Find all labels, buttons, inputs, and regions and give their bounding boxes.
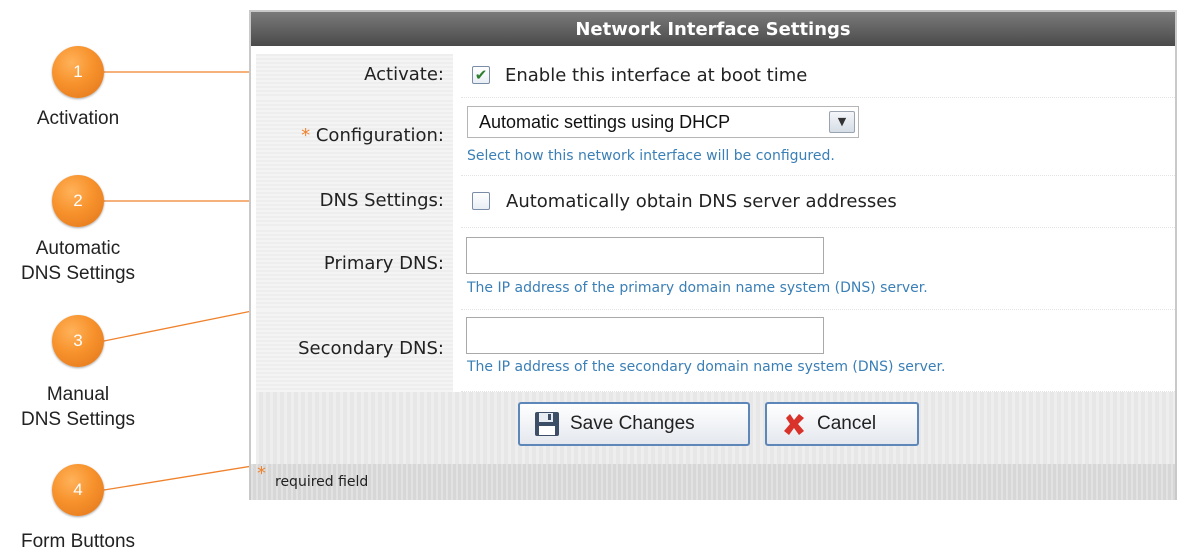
red-x-icon [784, 414, 804, 435]
primary-dns-row: Primary DNS: The IP address of the prima… [256, 228, 1175, 310]
configuration-label-cell: * Configuration: [256, 98, 453, 176]
callout-2-badge: 2 [52, 175, 104, 227]
callout-3-caption: Manual DNS Settings [20, 384, 136, 430]
network-interface-settings-panel: Network Interface Settings Activate: ✔ E… [249, 10, 1177, 500]
activate-checkbox[interactable]: ✔ [472, 66, 490, 84]
save-changes-label: Save Changes [570, 413, 695, 434]
floppy-disk-icon [535, 412, 559, 436]
dns-settings-checkbox-label: Automatically obtain DNS server addresse… [506, 191, 897, 212]
activate-field: ✔ Enable this interface at boot time [461, 54, 1175, 98]
configuration-field: Automatic settings using DHCP ▼ Select h… [461, 98, 1175, 176]
primary-dns-input[interactable] [466, 237, 824, 274]
callout-3-badge: 3 [52, 315, 104, 367]
callout-4-caption: Form Buttons [20, 531, 136, 552]
dns-settings-checkbox[interactable] [472, 192, 490, 210]
callout-1-caption: Activation [36, 108, 120, 129]
footer-required-mark: * [257, 463, 266, 484]
activate-label: Activate: [256, 54, 453, 98]
form-button-bar: Save Changes Cancel [256, 392, 1175, 464]
primary-dns-field: The IP address of the primary domain nam… [461, 228, 1175, 310]
callout-4-badge: 4 [52, 464, 104, 516]
required-field-footer: * required field [251, 463, 1175, 500]
dns-settings-label: DNS Settings: [256, 176, 453, 228]
secondary-dns-input[interactable] [466, 317, 824, 354]
secondary-dns-label: Secondary DNS: [256, 310, 453, 392]
secondary-dns-hint: The IP address of the secondary domain n… [467, 359, 946, 375]
dns-settings-field: Automatically obtain DNS server addresse… [461, 176, 1175, 228]
configuration-select[interactable]: Automatic settings using DHCP ▼ [467, 106, 859, 138]
save-changes-button[interactable]: Save Changes [518, 402, 750, 446]
configuration-label: Configuration: [315, 125, 444, 146]
leader-line-3 [103, 310, 253, 342]
primary-dns-label: Primary DNS: [256, 228, 453, 310]
configuration-selected-value: Automatic settings using DHCP [479, 112, 731, 132]
checkmark-icon: ✔ [474, 66, 488, 84]
panel-title: Network Interface Settings [251, 12, 1175, 46]
dns-settings-row: DNS Settings: Automatically obtain DNS s… [256, 176, 1175, 228]
callout-1-badge: 1 [52, 46, 104, 98]
secondary-dns-field: The IP address of the secondary domain n… [461, 310, 1175, 392]
configuration-hint: Select how this network interface will b… [467, 148, 835, 164]
activate-row: Activate: ✔ Enable this interface at boo… [256, 54, 1175, 98]
chevron-down-icon[interactable]: ▼ [829, 111, 855, 133]
cancel-button[interactable]: Cancel [765, 402, 919, 446]
callout-2-caption: Automatic DNS Settings [20, 238, 136, 284]
primary-dns-hint: The IP address of the primary domain nam… [467, 280, 928, 296]
configuration-row: * Configuration: Automatic settings usin… [256, 98, 1175, 176]
activate-checkbox-label: Enable this interface at boot time [505, 65, 808, 86]
cancel-label: Cancel [817, 413, 877, 434]
required-mark: * [301, 125, 311, 146]
secondary-dns-row: Secondary DNS: The IP address of the sec… [256, 310, 1175, 392]
required-field-note: required field [275, 474, 369, 490]
